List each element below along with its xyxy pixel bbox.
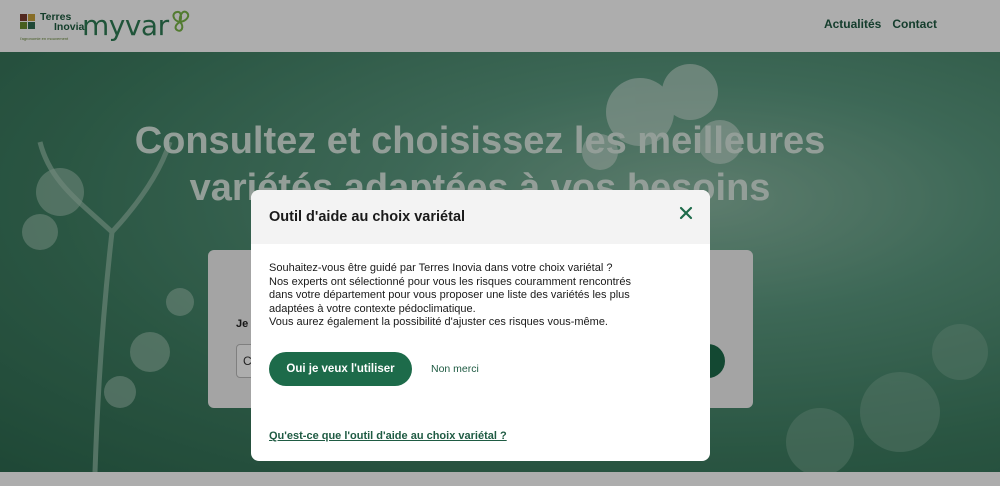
variety-tool-modal: Outil d'aide au choix variétal Souhaitez… — [251, 190, 710, 461]
modal-body: Souhaitez-vous être guidé par Terres Ino… — [269, 262, 699, 330]
modal-body-line: adaptées à votre contexte pédoclimatique… — [269, 302, 476, 315]
close-icon — [679, 206, 693, 220]
tool-info-link[interactable]: Qu'est-ce que l'outil d'aide au choix va… — [269, 430, 507, 442]
accept-tool-button[interactable]: Oui je veux l'utiliser — [269, 352, 412, 386]
decline-link[interactable]: Non merci — [431, 363, 479, 375]
modal-body-line: Vous aurez également la possibilité d'aj… — [269, 316, 608, 329]
close-button[interactable] — [678, 205, 694, 221]
modal-body-line: Souhaitez-vous être guidé par Terres Ino… — [269, 262, 613, 274]
modal-header: Outil d'aide au choix variétal — [251, 190, 710, 244]
modal-body-line: dans votre département pour vous propose… — [269, 289, 630, 302]
modal-body-line: Nos experts ont sélectionné pour vous le… — [269, 275, 631, 288]
modal-title: Outil d'aide au choix variétal — [269, 209, 466, 225]
